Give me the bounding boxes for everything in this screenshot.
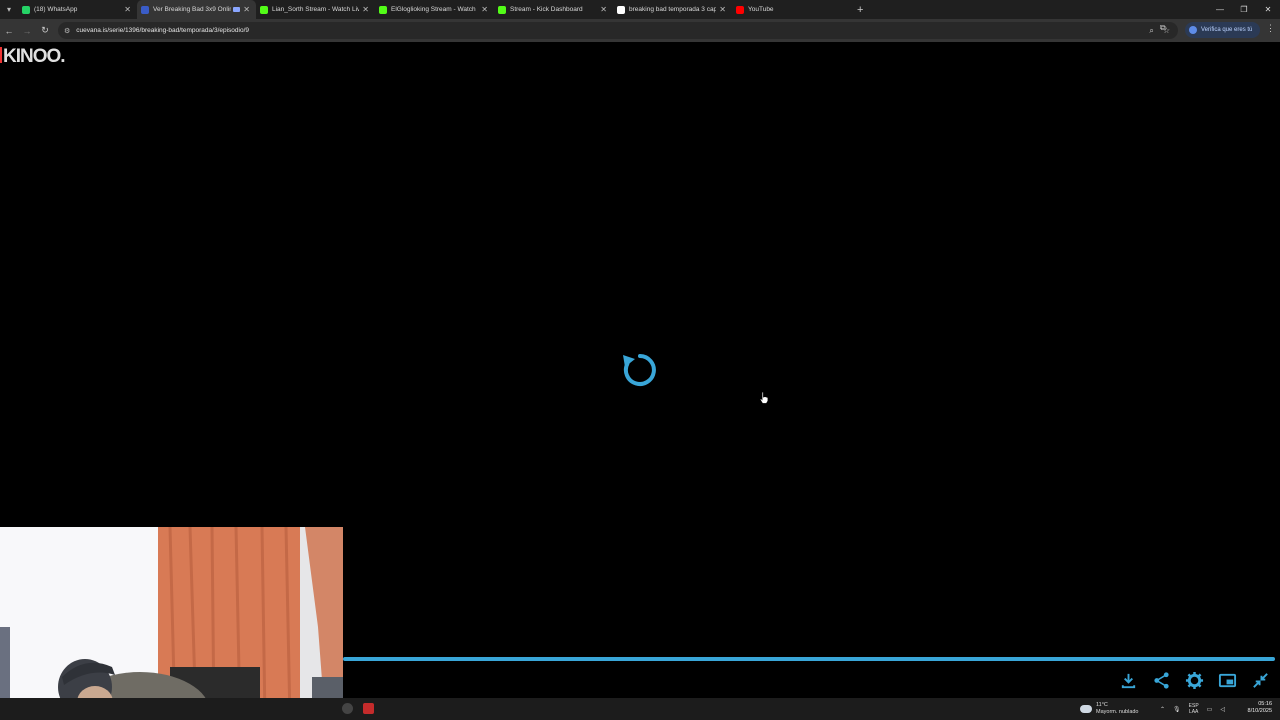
- close-tab-icon[interactable]: ✕: [481, 5, 488, 14]
- verify-label: Verifica que eres tú: [1201, 27, 1253, 33]
- tab-title: (18) WhatsApp: [34, 6, 78, 13]
- close-window-icon[interactable]: ✕: [1256, 0, 1280, 19]
- tab-favicon-icon: [141, 5, 149, 14]
- tab-title: ElGloglioking Stream - Watch Live: [391, 6, 478, 13]
- volume-icon[interactable]: ◁: [1220, 706, 1225, 713]
- restore-icon[interactable]: ❐: [1232, 0, 1256, 19]
- taskbar-record-app-icon[interactable]: [363, 703, 374, 714]
- close-tab-icon[interactable]: ✕: [362, 5, 369, 14]
- address-bar[interactable]: ⚙ cuevana.is/serie/1396/breaking-bad/tem…: [58, 22, 1178, 39]
- tab-favicon-icon: [736, 5, 744, 14]
- media-playing-icon: [233, 7, 241, 12]
- taskbar-app-icon[interactable]: [342, 703, 353, 714]
- url-text: cuevana.is/serie/1396/breaking-bad/tempo…: [76, 27, 250, 34]
- clock-time: 05:16: [1258, 701, 1272, 707]
- extensions-icon[interactable]: ⧉: [1160, 23, 1166, 33]
- close-tab-icon[interactable]: ✕: [719, 5, 726, 14]
- player-controls: [1119, 671, 1270, 690]
- webcam-overlay: [0, 527, 343, 720]
- tab-favicon-icon: [379, 5, 387, 14]
- back-icon[interactable]: ←: [0, 26, 18, 36]
- window-controls: — ❐ ✕: [1208, 0, 1280, 19]
- video-progress-bar[interactable]: [343, 657, 1275, 661]
- chevron-up-icon[interactable]: ⌃: [1160, 706, 1165, 713]
- tab-favicon-icon: [617, 5, 625, 14]
- weather-temp: 11°C: [1096, 702, 1108, 708]
- system-clock[interactable]: 05:16 8/10/2025: [1248, 701, 1272, 715]
- tab-search-icon[interactable]: ▾: [0, 0, 18, 19]
- reload-icon[interactable]: ↻: [36, 25, 54, 36]
- tab-strip: ▾ (18) WhatsApp ✕ Ver Breaking Bad 3x9 Onl…: [0, 0, 1280, 19]
- tab-title: Lian_Sorth Stream - Watch Live: [272, 6, 360, 13]
- tab-title: YouTube: [748, 6, 774, 13]
- share-icon[interactable]: [1152, 671, 1171, 690]
- google-account-icon: [1189, 26, 1197, 34]
- zoom-icon[interactable]: ⌕: [1149, 26, 1153, 36]
- download-icon[interactable]: [1119, 671, 1138, 690]
- tab-favicon-icon: [22, 5, 30, 14]
- close-tab-icon[interactable]: ✕: [600, 5, 607, 14]
- tab-favicon-icon: [260, 5, 268, 14]
- network-icon[interactable]: ▭: [1207, 706, 1213, 713]
- tab-title: Stream - Kick Dashboard: [510, 6, 583, 13]
- language-indicator[interactable]: ESP LAA: [1189, 703, 1199, 715]
- cast-icon[interactable]: [1218, 671, 1237, 690]
- cloud-icon: [1080, 705, 1092, 713]
- forward-icon[interactable]: →: [18, 26, 36, 36]
- tab-title: Ver Breaking Bad 3x9 Online: [153, 6, 232, 13]
- microphone-icon[interactable]: 🎙: [1173, 706, 1181, 713]
- browser-menu-icon[interactable]: ⋮: [1266, 23, 1275, 34]
- browser-tab[interactable]: Lian_Sorth Stream - Watch Live ✕: [256, 0, 375, 19]
- browser-toolbar: ← → ↻ ⚙ cuevana.is/serie/1396/breaking-b…: [0, 19, 1280, 42]
- system-tray: ⌃ 🎙 ESP LAA ▭ ◁: [1160, 698, 1225, 720]
- browser-tab[interactable]: (18) WhatsApp ✕: [18, 0, 137, 19]
- close-tab-icon[interactable]: ✕: [243, 5, 250, 14]
- weather-condition: Mayorm. nublado: [1096, 709, 1139, 715]
- browser-tab[interactable]: ElGloglioking Stream - Watch Live✕: [375, 0, 494, 19]
- fullscreen-exit-icon[interactable]: [1251, 671, 1270, 690]
- new-tab-button[interactable]: +: [851, 0, 869, 19]
- hand-cursor-icon: [759, 391, 769, 404]
- minimize-icon[interactable]: —: [1208, 0, 1232, 19]
- browser-tab[interactable]: YouTube: [732, 0, 851, 19]
- keyboard-layout: LAA: [1188, 709, 1199, 715]
- reload-icon[interactable]: [620, 350, 660, 390]
- settings-icon[interactable]: [1185, 671, 1204, 690]
- browser-tab[interactable]: breaking bad temporada 3 cap ✕: [613, 0, 732, 19]
- tab-favicon-icon: [498, 5, 506, 14]
- clock-date: 8/10/2025: [1247, 708, 1272, 714]
- browser-tab[interactable]: Stream - Kick Dashboard ✕: [494, 0, 613, 19]
- site-info-icon[interactable]: ⚙: [64, 27, 70, 35]
- weather-widget[interactable]: 11°C Mayorm. nublado: [1080, 702, 1139, 716]
- tab-title: breaking bad temporada 3 cap: [629, 6, 717, 13]
- verify-identity-button[interactable]: Verifica que eres tú: [1185, 22, 1261, 38]
- site-logo[interactable]: KINOO.: [0, 46, 66, 68]
- browser-tab[interactable]: Ver Breaking Bad 3x9 Online ✕: [137, 0, 256, 19]
- logo-text: KINOO.: [3, 46, 66, 67]
- webcam-image: [0, 527, 343, 720]
- close-tab-icon[interactable]: ✕: [124, 5, 131, 14]
